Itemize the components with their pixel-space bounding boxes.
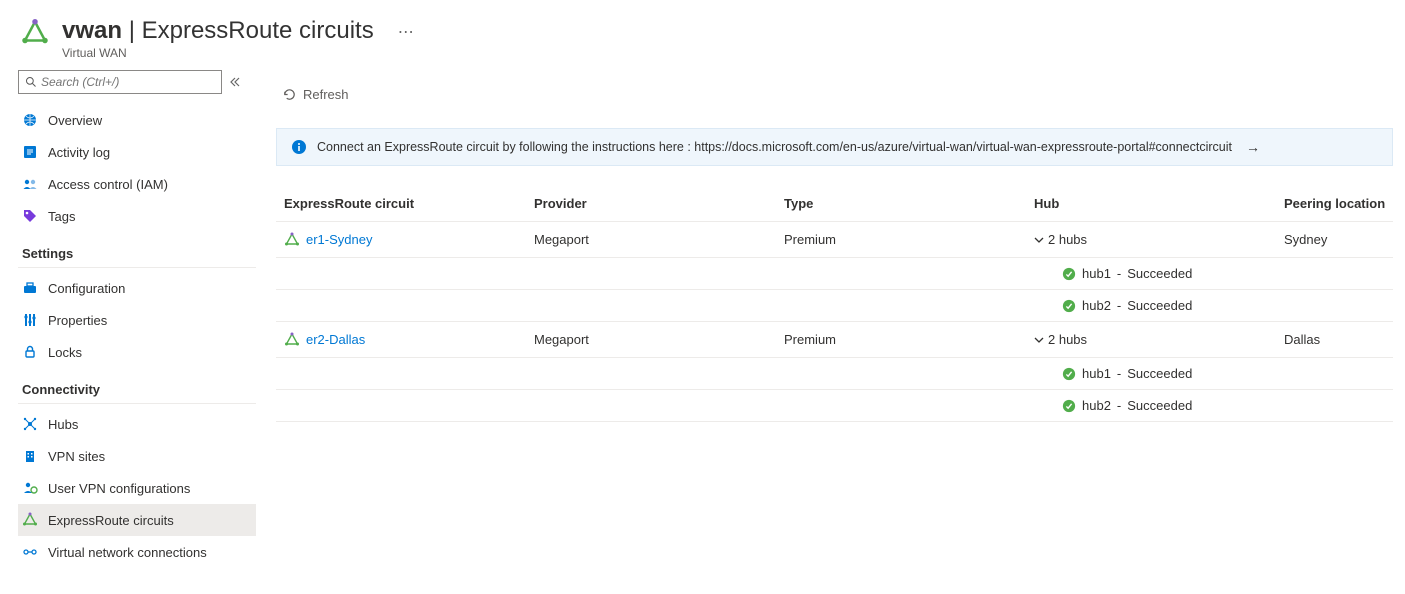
hub-status-text: Succeeded (1127, 398, 1192, 413)
user-vpn-icon (22, 480, 38, 496)
sidebar-item-label: Configuration (48, 281, 125, 296)
hub-subrow: hub1 - Succeeded (276, 358, 1393, 390)
cell-peering: Dallas (1284, 332, 1393, 347)
expressroute-icon (284, 332, 300, 348)
table-row: er2-Dallas Megaport Premium 2 hubs Dalla… (276, 322, 1393, 358)
search-input[interactable] (41, 75, 215, 89)
sidebar-section-settings: Settings (18, 232, 256, 268)
hub-subrow: hub2 - Succeeded (276, 390, 1393, 422)
lock-icon (22, 344, 38, 360)
sidebar-nav[interactable]: Overview Activity log Access control (IA… (18, 104, 258, 594)
hub-subrow: hub2 - Succeeded (276, 290, 1393, 322)
col-header-peering[interactable]: Peering location (1284, 196, 1393, 211)
success-icon (1062, 267, 1076, 281)
sidebar-item-label: Overview (48, 113, 102, 128)
hub-icon (22, 416, 38, 432)
hub-name: hub1 (1082, 266, 1111, 281)
circuit-link[interactable]: er2-Dallas (306, 332, 365, 347)
people-icon (22, 176, 38, 192)
chevron-down-icon (1034, 235, 1044, 245)
log-icon (22, 144, 38, 160)
page-header: vwan | ExpressRoute circuits Virtual WAN… (0, 0, 1405, 70)
building-icon (22, 448, 38, 464)
hub-expand-toggle[interactable]: 2 hubs (1034, 232, 1284, 247)
tag-icon (22, 208, 38, 224)
table-row: er1-Sydney Megaport Premium 2 hubs Sydne… (276, 222, 1393, 258)
info-icon (291, 139, 307, 155)
col-header-type[interactable]: Type (784, 196, 1034, 211)
sidebar-item-label: Locks (48, 345, 82, 360)
table-header: ExpressRoute circuit Provider Type Hub P… (276, 186, 1393, 222)
hub-subrow: hub1 - Succeeded (276, 258, 1393, 290)
circuit-link[interactable]: er1-Sydney (306, 232, 372, 247)
sidebar: Overview Activity log Access control (IA… (0, 70, 258, 588)
cell-peering: Sydney (1284, 232, 1393, 247)
col-header-provider[interactable]: Provider (534, 196, 784, 211)
success-icon (1062, 299, 1076, 313)
chevron-down-icon (1034, 335, 1044, 345)
hub-name: hub1 (1082, 366, 1111, 381)
sidebar-item-label: Tags (48, 209, 75, 224)
search-icon (25, 76, 37, 88)
sidebar-item-label: ExpressRoute circuits (48, 513, 174, 528)
col-header-circuit[interactable]: ExpressRoute circuit (284, 196, 534, 211)
sidebar-item-properties[interactable]: Properties (18, 304, 256, 336)
sidebar-item-label: Hubs (48, 417, 78, 432)
success-icon (1062, 399, 1076, 413)
success-icon (1062, 367, 1076, 381)
sidebar-item-hubs[interactable]: Hubs (18, 408, 256, 440)
arrow-right-icon: → (1246, 139, 1260, 155)
hub-name: hub2 (1082, 398, 1111, 413)
sliders-icon (22, 312, 38, 328)
info-banner-text: Connect an ExpressRoute circuit by follo… (317, 140, 1232, 154)
collapse-sidebar-button[interactable] (230, 77, 240, 87)
hub-status-text: Succeeded (1127, 266, 1192, 281)
sidebar-item-overview[interactable]: Overview (18, 104, 256, 136)
sidebar-item-user-vpn[interactable]: User VPN configurations (18, 472, 256, 504)
cell-provider: Megaport (534, 232, 784, 247)
cell-type: Premium (784, 232, 1034, 247)
hub-status-text: Succeeded (1127, 298, 1192, 313)
info-banner[interactable]: Connect an ExpressRoute circuit by follo… (276, 128, 1393, 166)
hub-expand-toggle[interactable]: 2 hubs (1034, 332, 1284, 347)
network-icon (22, 544, 38, 560)
sidebar-section-connectivity: Connectivity (18, 368, 256, 404)
refresh-button[interactable]: Refresh (276, 83, 355, 106)
sidebar-item-locks[interactable]: Locks (18, 336, 256, 368)
sidebar-item-iam[interactable]: Access control (IAM) (18, 168, 256, 200)
hub-name: hub2 (1082, 298, 1111, 313)
expressroute-icon (22, 512, 38, 528)
sidebar-item-label: VPN sites (48, 449, 105, 464)
sidebar-search[interactable] (18, 70, 222, 94)
more-actions-button[interactable]: ⋯ (394, 18, 418, 46)
refresh-label: Refresh (303, 87, 349, 102)
sidebar-item-label: User VPN configurations (48, 481, 190, 496)
sidebar-item-configuration[interactable]: Configuration (18, 272, 256, 304)
cell-provider: Megaport (534, 332, 784, 347)
toolbox-icon (22, 280, 38, 296)
cell-type: Premium (784, 332, 1034, 347)
sidebar-item-label: Access control (IAM) (48, 177, 168, 192)
expressroute-resource-icon (20, 18, 50, 48)
main-content: Refresh Connect an ExpressRoute circuit … (258, 70, 1405, 588)
col-header-hub[interactable]: Hub (1034, 196, 1284, 211)
sidebar-item-vpn-sites[interactable]: VPN sites (18, 440, 256, 472)
refresh-icon (282, 87, 297, 102)
sidebar-item-er-circuits[interactable]: ExpressRoute circuits (18, 504, 256, 536)
resource-type-label: Virtual WAN (62, 46, 374, 60)
sidebar-item-activity-log[interactable]: Activity log (18, 136, 256, 168)
circuits-table: ExpressRoute circuit Provider Type Hub P… (276, 186, 1393, 422)
sidebar-item-label: Properties (48, 313, 107, 328)
page-title: vwan | ExpressRoute circuits (62, 18, 374, 44)
toolbar: Refresh (276, 78, 1393, 110)
sidebar-item-tags[interactable]: Tags (18, 200, 256, 232)
hub-status-text: Succeeded (1127, 366, 1192, 381)
expressroute-icon (284, 232, 300, 248)
sidebar-item-label: Virtual network connections (48, 545, 207, 560)
sidebar-item-vnet-conn[interactable]: Virtual network connections (18, 536, 256, 568)
sidebar-item-label: Activity log (48, 145, 110, 160)
globe-icon (22, 112, 38, 128)
